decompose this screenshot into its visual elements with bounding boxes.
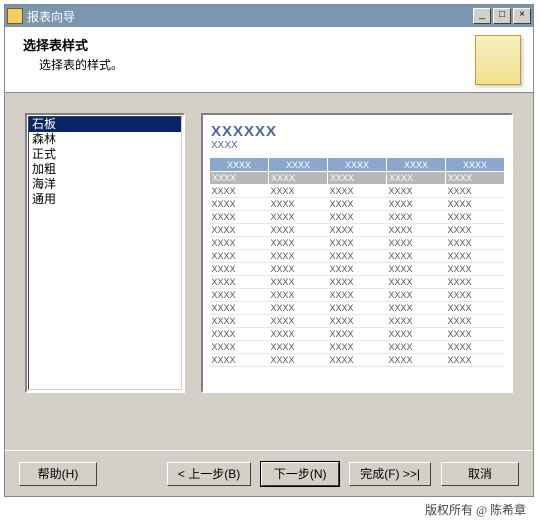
copyright: 版权所有 @ 陈希章 bbox=[4, 501, 526, 518]
preview-table: XXXXXXXXXXXXXXXXXXXXXXXXXXXXXXXXXXXXXXXX… bbox=[209, 157, 505, 367]
back-button[interactable]: < 上一步(B) bbox=[167, 462, 251, 486]
help-button[interactable]: 帮助(H) bbox=[19, 462, 97, 486]
style-option[interactable]: 石板 bbox=[29, 117, 181, 132]
style-option[interactable]: 加粗 bbox=[29, 162, 181, 177]
style-option[interactable]: 海洋 bbox=[29, 177, 181, 192]
style-option[interactable]: 通用 bbox=[29, 192, 181, 207]
button-bar: 帮助(H) < 上一步(B) 下一步(N) 完成(F) >>| 取消 bbox=[5, 450, 533, 496]
wizard-header: 选择表样式 选择表的样式。 bbox=[5, 27, 533, 93]
next-button[interactable]: 下一步(N) bbox=[261, 462, 339, 486]
style-preview: XXXXXX XXXX XXXXXXXXXXXXXXXXXXXXXXXXXXXX… bbox=[201, 113, 513, 393]
window-title: 报表向导 bbox=[27, 8, 75, 25]
maximize-button[interactable]: □ bbox=[493, 8, 511, 24]
preview-sub: XXXX bbox=[211, 140, 505, 151]
preview-title: XXXXXX bbox=[211, 123, 505, 140]
style-option[interactable]: 森林 bbox=[29, 132, 181, 147]
style-option[interactable]: 正式 bbox=[29, 147, 181, 162]
close-button[interactable]: × bbox=[513, 8, 531, 24]
minimize-button[interactable]: _ bbox=[473, 8, 491, 24]
titlebar: 报表向导 _ □ × bbox=[5, 5, 533, 27]
content-area: 石板森林正式加粗海洋通用 XXXXXX XXXX XXXXXXXXXXXXXXX… bbox=[5, 93, 533, 450]
app-icon bbox=[7, 8, 23, 24]
wizard-window: 报表向导 _ □ × 选择表样式 选择表的样式。 石板森林正式加粗海洋通用 XX… bbox=[4, 4, 534, 497]
header-icon bbox=[475, 35, 521, 85]
page-subtitle: 选择表的样式。 bbox=[39, 56, 123, 73]
page-title: 选择表样式 bbox=[23, 35, 123, 54]
finish-button[interactable]: 完成(F) >>| bbox=[349, 462, 431, 486]
cancel-button[interactable]: 取消 bbox=[441, 462, 519, 486]
style-listbox[interactable]: 石板森林正式加粗海洋通用 bbox=[25, 113, 185, 393]
